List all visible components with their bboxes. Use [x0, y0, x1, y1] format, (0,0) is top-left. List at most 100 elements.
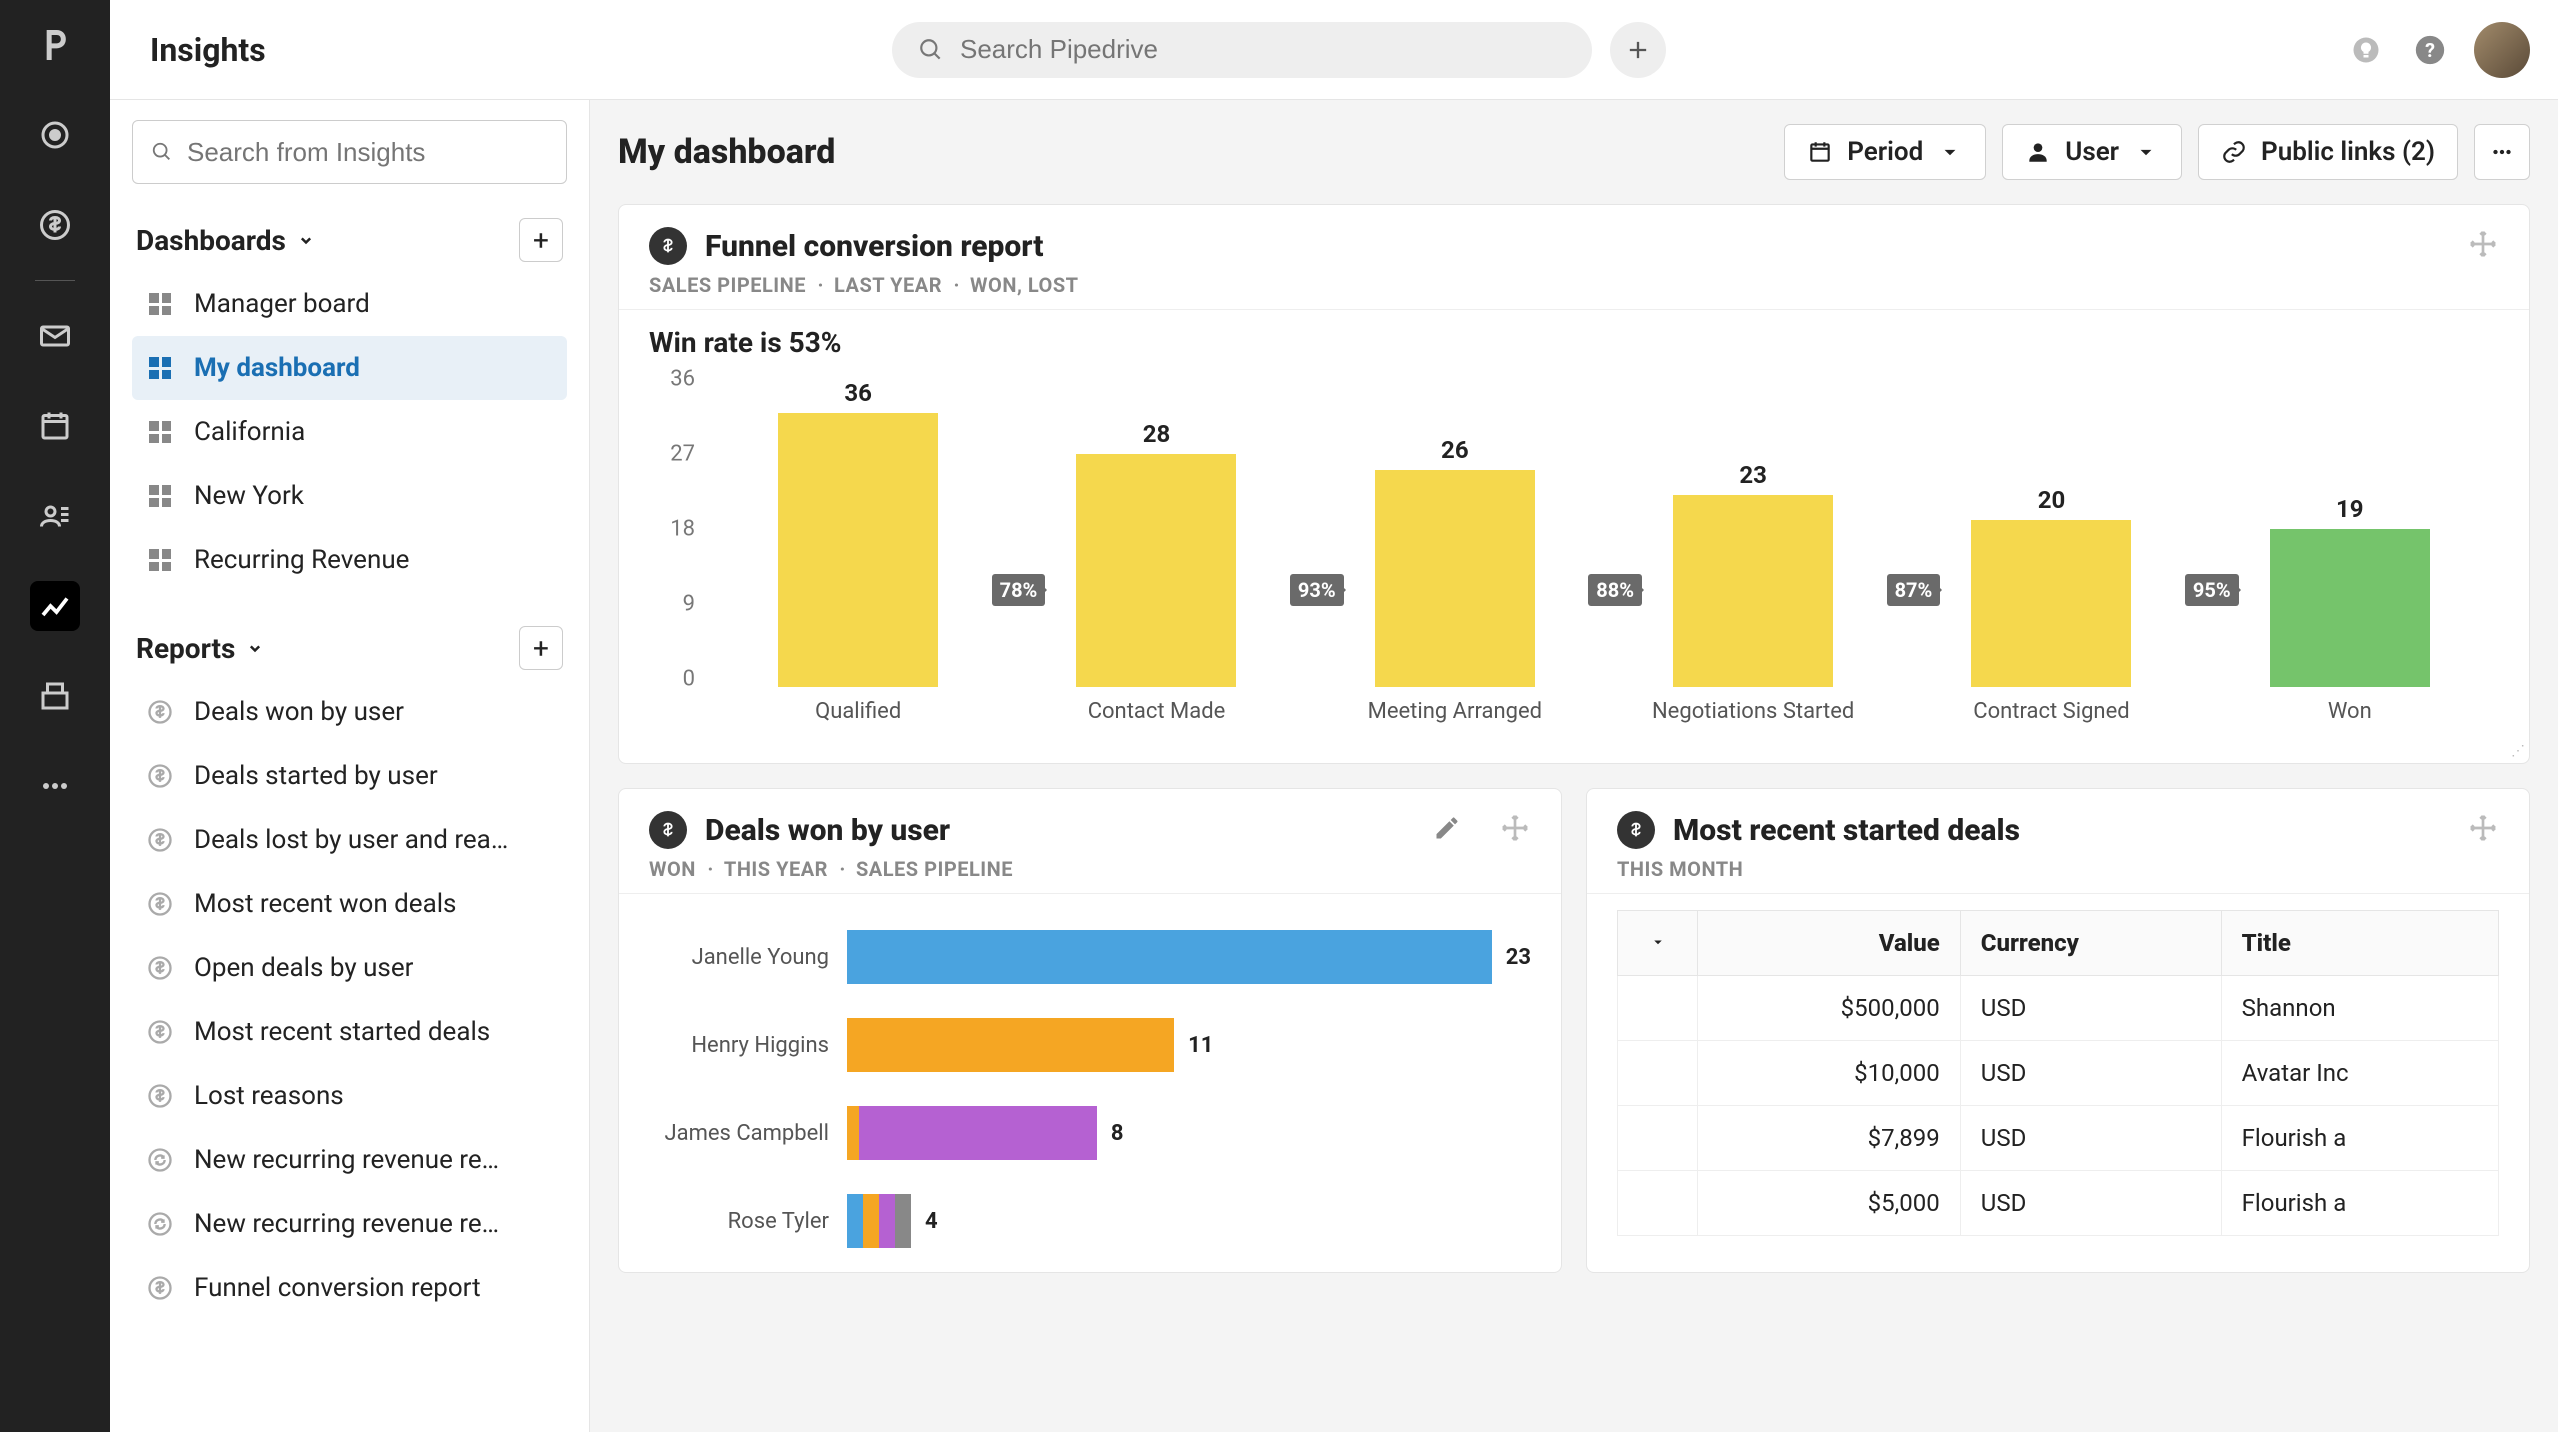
funnel-stage[interactable]: 28Contact Made93% — [1007, 379, 1305, 739]
report-item[interactable]: Open deals by user — [132, 936, 567, 1000]
title-column[interactable]: Title — [2221, 911, 2498, 976]
dashboard-item[interactable]: My dashboard — [132, 336, 567, 400]
dashboard-item[interactable]: Manager board — [132, 272, 567, 336]
reports-title[interactable]: Reports — [136, 632, 265, 665]
bar-label: Contract Signed — [1973, 699, 2129, 739]
nav-more-icon[interactable] — [30, 761, 80, 811]
dashboard-label: Recurring Revenue — [194, 545, 409, 575]
cell-value: $500,000 — [1698, 976, 1961, 1041]
pipedrive-logo[interactable] — [30, 20, 80, 70]
hbar-row[interactable]: James Campbell8 — [649, 1106, 1531, 1160]
report-label: Deals started by user — [194, 761, 438, 791]
sidebar-search-input[interactable] — [187, 137, 548, 168]
hbar-row[interactable]: Janelle Young23 — [649, 930, 1531, 984]
dollar-badge-icon — [649, 811, 687, 849]
recent-meta: THIS MONTH — [1587, 857, 2529, 893]
report-item[interactable]: Lost reasons — [132, 1064, 567, 1128]
sort-column[interactable] — [1618, 911, 1698, 976]
bar-label: Won — [2328, 699, 2372, 739]
report-item[interactable]: Most recent started deals — [132, 1000, 567, 1064]
user-avatar[interactable] — [2474, 22, 2530, 78]
funnel-stage[interactable]: 20Contract Signed95% — [1902, 379, 2200, 739]
svg-text:?: ? — [2425, 39, 2435, 62]
currency-column[interactable]: Currency — [1960, 911, 2221, 976]
add-button[interactable] — [1610, 22, 1666, 78]
report-label: Deals won by user — [194, 697, 404, 727]
bar-value: 26 — [1441, 436, 1469, 464]
hbar-row[interactable]: Henry Higgins11 — [649, 1018, 1531, 1072]
funnel-stage[interactable]: 19Won — [2201, 379, 2499, 739]
bar — [1971, 520, 2131, 687]
value-column[interactable]: Value — [1698, 911, 1961, 976]
recent-deals-title: Most recent started deals — [1673, 813, 2020, 848]
plus-icon — [1624, 36, 1652, 64]
table-row[interactable]: $7,899USDFlourish a — [1618, 1106, 2499, 1171]
table-row[interactable]: $10,000USDAvatar Inc — [1618, 1041, 2499, 1106]
hbar-name: Henry Higgins — [649, 1033, 829, 1058]
bar-value: 28 — [1143, 420, 1171, 448]
search-icon — [918, 37, 944, 63]
hbar-name: Janelle Young — [649, 945, 829, 970]
nav-contacts-icon[interactable] — [30, 491, 80, 541]
funnel-stage[interactable]: 26Meeting Arranged88% — [1306, 379, 1604, 739]
nav-deals-icon[interactable] — [30, 200, 80, 250]
add-report-button[interactable]: + — [519, 626, 563, 670]
calendar-icon — [1807, 139, 1833, 165]
search-icon — [151, 141, 173, 163]
dollar-icon — [146, 1018, 174, 1046]
report-item[interactable]: Funnel conversion report — [132, 1256, 567, 1320]
report-item[interactable]: Most recent won deals — [132, 872, 567, 936]
drag-handle[interactable] — [1499, 812, 1531, 848]
funnel-stage[interactable]: 23Negotiations Started87% — [1604, 379, 1902, 739]
cell-currency: USD — [1960, 1171, 2221, 1236]
user-filter-button[interactable]: User — [2002, 124, 2182, 180]
nav-mail-icon[interactable] — [30, 311, 80, 361]
nav-products-icon[interactable] — [30, 671, 80, 721]
bar-value: 36 — [844, 379, 872, 407]
cell-value: $5,000 — [1698, 1171, 1961, 1236]
report-item[interactable]: Deals won by user — [132, 680, 567, 744]
link-icon — [2221, 139, 2247, 165]
report-item[interactable]: New recurring revenue re… — [132, 1192, 567, 1256]
page-title: Insights — [150, 31, 266, 69]
public-links-button[interactable]: Public links (2) — [2198, 124, 2458, 180]
hbar-fill — [847, 930, 1492, 984]
nav-insights-icon[interactable] — [30, 581, 80, 631]
table-row[interactable]: $500,000USDShannon — [1618, 976, 2499, 1041]
nav-calendar-icon[interactable] — [30, 401, 80, 451]
report-item[interactable]: New recurring revenue re… — [132, 1128, 567, 1192]
period-filter-button[interactable]: Period — [1784, 124, 1986, 180]
nav-target-icon[interactable] — [30, 110, 80, 160]
bar — [1673, 495, 1833, 687]
bar-label: Meeting Arranged — [1368, 699, 1542, 739]
dashboard-item[interactable]: Recurring Revenue — [132, 528, 567, 592]
report-item[interactable]: Deals started by user — [132, 744, 567, 808]
dashboard-label: Manager board — [194, 289, 370, 319]
report-label: New recurring revenue re… — [194, 1145, 499, 1175]
recur-icon — [146, 1146, 174, 1174]
dashboard-item[interactable]: California — [132, 400, 567, 464]
caret-down-icon — [2133, 139, 2159, 165]
dashboard-item[interactable]: New York — [132, 464, 567, 528]
sidebar-search[interactable] — [132, 120, 567, 184]
dollar-icon — [146, 1274, 174, 1302]
drag-handle[interactable] — [2467, 812, 2499, 848]
tips-button[interactable] — [2346, 30, 2386, 70]
table-row[interactable]: $5,000USDFlourish a — [1618, 1171, 2499, 1236]
more-button[interactable] — [2474, 124, 2530, 180]
hbar-row[interactable]: Rose Tyler4 — [649, 1194, 1531, 1248]
drag-handle[interactable] — [2467, 228, 2499, 264]
dashboards-title[interactable]: Dashboards — [136, 224, 316, 257]
report-item[interactable]: Deals lost by user and rea… — [132, 808, 567, 872]
global-search-input[interactable] — [960, 34, 1566, 65]
funnel-stage[interactable]: 36Qualified78% — [709, 379, 1007, 739]
dashboard-icon — [146, 418, 174, 446]
nav-rail — [0, 0, 110, 1432]
global-search[interactable] — [892, 22, 1592, 78]
add-dashboard-button[interactable]: + — [519, 218, 563, 262]
resize-handle[interactable]: ⋰ — [2511, 743, 2525, 759]
cell-currency: USD — [1960, 1106, 2221, 1171]
dashboard-title: My dashboard — [618, 132, 835, 172]
edit-button[interactable] — [1433, 814, 1461, 846]
help-button[interactable]: ? — [2410, 30, 2450, 70]
